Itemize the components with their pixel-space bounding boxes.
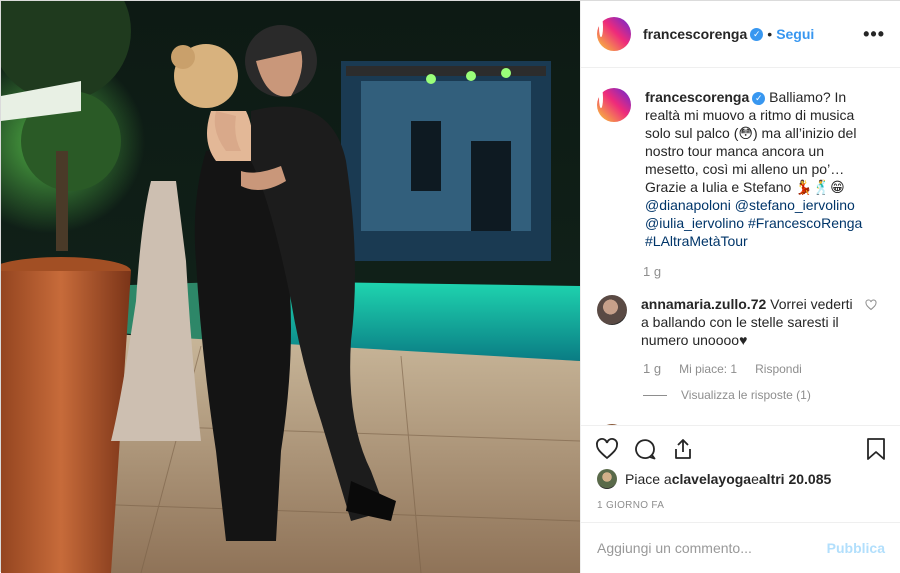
hashtag-link[interactable]: #FrancescoRenga [748, 215, 862, 231]
verified-badge-icon: ✓ [750, 27, 764, 41]
caption-author-avatar[interactable] [597, 88, 631, 122]
replies-line [643, 394, 667, 396]
comment-icon[interactable] [633, 437, 657, 461]
comment-username[interactable]: annamaria.zullo.72 [641, 296, 766, 312]
comments-list[interactable]: francescorenga ✓ Balliamo? In realtà mi m… [581, 68, 900, 425]
comment-item: annamaria.zullo.72 Vorrei vederti a ball… [597, 295, 885, 349]
likes-summary: Piace a clavelayoga e altri 20.085 [597, 469, 885, 489]
post-date[interactable]: 1 GIORNO FA [597, 500, 664, 511]
view-replies-label: Visualizza le risposte (1) [681, 388, 811, 402]
likes-prefix: Piace a [625, 471, 672, 487]
likes-others[interactable]: altri 20.085 [759, 471, 831, 487]
reply-button[interactable]: Rispondi [755, 362, 802, 376]
add-comment-input[interactable] [597, 540, 827, 556]
post-caption: francescorenga ✓ Balliamo? In realtà mi m… [597, 88, 885, 250]
add-comment-bar: Pubblica [581, 522, 900, 573]
post-header: francescorenga ✓ • Segui ••• [581, 1, 900, 68]
heart-icon[interactable] [595, 437, 619, 461]
post-side-panel: francescorenga ✓ • Segui ••• francescore… [580, 1, 900, 573]
likes-joiner: e [751, 471, 759, 487]
comment-like-icon[interactable] [865, 299, 877, 311]
comment-likes[interactable]: Mi piace: 1 [679, 362, 737, 376]
follow-button[interactable]: Segui [776, 26, 814, 42]
liker-avatar[interactable] [597, 469, 617, 489]
bookmark-icon[interactable] [865, 437, 887, 461]
author-avatar[interactable] [597, 17, 631, 51]
hashtag-link[interactable]: #LAltraMetàTour [645, 233, 748, 249]
liker-username[interactable]: clavelayoga [672, 471, 751, 487]
separator-dot: • [767, 26, 773, 42]
caption-time[interactable]: 1 g [643, 264, 885, 279]
post-photo[interactable] [1, 1, 580, 573]
commenter-avatar[interactable] [597, 295, 627, 325]
comment-meta: 1 g Mi piace: 1 Rispondi [643, 361, 885, 376]
mention-link[interactable]: @iulia_iervolino [645, 215, 744, 231]
view-replies-button[interactable]: Visualizza le risposte (1) [643, 388, 885, 402]
share-icon[interactable] [671, 437, 695, 461]
publish-button[interactable]: Pubblica [827, 540, 885, 556]
instagram-post: francescorenga ✓ • Segui ••• francescore… [0, 0, 900, 573]
comment-text: annamaria.zullo.72 Vorrei vederti a ball… [641, 295, 861, 349]
comment-time[interactable]: 1 g [643, 361, 661, 376]
mention-link[interactable]: @dianapoloni [645, 197, 731, 213]
caption-text: francescorenga ✓ Balliamo? In realtà mi m… [645, 88, 870, 250]
verified-badge-icon: ✓ [752, 91, 766, 105]
post-actions-bar [581, 425, 900, 471]
mention-link[interactable]: @stefano_iervolino [735, 197, 855, 213]
more-options-icon[interactable]: ••• [863, 24, 885, 45]
caption-username[interactable]: francescorenga [645, 89, 749, 105]
author-username[interactable]: francescorenga [643, 26, 747, 42]
photo-dancing-couple [1, 1, 580, 573]
